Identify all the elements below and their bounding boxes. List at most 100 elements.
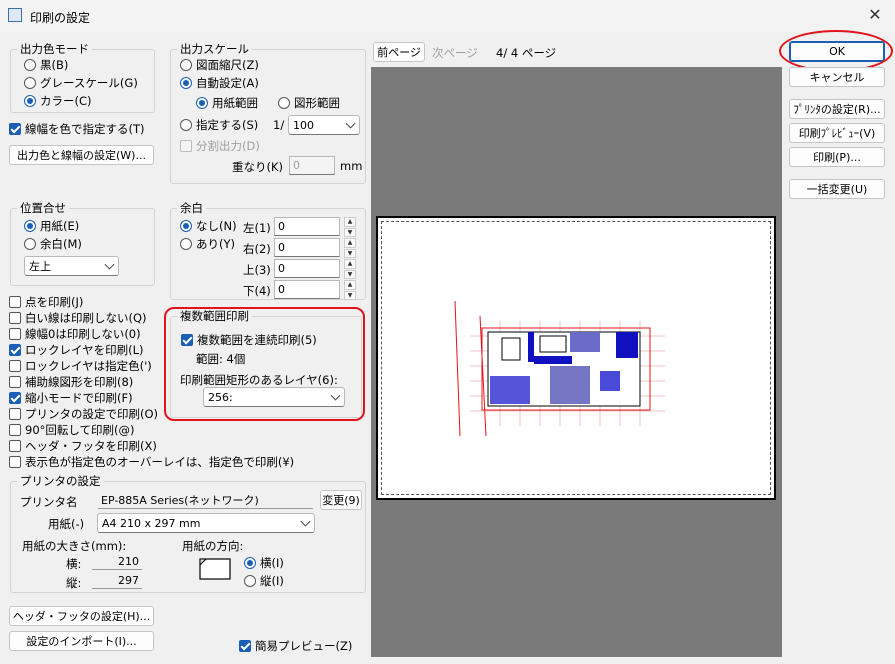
paper-width-value: 210: [92, 553, 142, 570]
checkbox-icon: [239, 640, 251, 652]
option-skip-zero-width[interactable]: 線幅0は印刷しない(0): [9, 326, 141, 342]
radio-icon: [180, 59, 192, 71]
margin-right-spinner[interactable]: ▲ ▼: [344, 238, 356, 258]
ok-highlight: [779, 30, 893, 72]
checkbox-icon: [9, 440, 21, 452]
next-page-button[interactable]: 次ページ: [432, 45, 478, 61]
radio-icon: [180, 77, 192, 89]
spin-up-icon[interactable]: ▲: [344, 259, 356, 269]
spin-down-icon[interactable]: ▼: [344, 248, 356, 258]
multi-range-layer-combo[interactable]: 256:: [203, 387, 345, 407]
radio-icon: [278, 97, 290, 109]
scale-specify[interactable]: 指定する(S): [180, 117, 258, 133]
page-status: 4/ 4 ページ: [496, 46, 557, 60]
window-title: 印刷の設定: [30, 11, 91, 25]
option-print-points[interactable]: 点を印刷(J): [9, 294, 83, 310]
checkbox-icon: [9, 344, 21, 356]
paper-height-value: 297: [92, 572, 142, 589]
orientation-landscape[interactable]: 横(I): [244, 555, 284, 571]
position-anchor-combo[interactable]: 左上: [24, 256, 119, 276]
margin-top-spinner[interactable]: ▲ ▼: [344, 259, 356, 279]
chevron-down-icon: [330, 390, 341, 401]
margin-bottom-input[interactable]: 0: [274, 280, 340, 299]
checkbox-icon: [9, 456, 21, 468]
split-output-checkbox[interactable]: 分割出力(D): [180, 138, 260, 154]
scale-ratio-combo[interactable]: 100: [288, 115, 360, 135]
printer-name-value: EP-885A Series(ネットワーク): [98, 491, 313, 509]
bulk-change-button[interactable]: 一括変更(U): [789, 179, 885, 199]
color-settings-button[interactable]: 出力色と線幅の設定(W)...: [9, 145, 154, 165]
margin-left-spinner[interactable]: ▲ ▼: [344, 217, 356, 237]
margin-right-input[interactable]: 0: [274, 238, 340, 257]
multi-range-continuous-checkbox[interactable]: 複数範囲を連続印刷(5): [181, 332, 317, 348]
color-mode-legend: 出力色モード: [20, 42, 89, 56]
radio-icon: [196, 97, 208, 109]
spin-up-icon[interactable]: ▲: [344, 280, 356, 290]
spin-down-icon[interactable]: ▼: [344, 269, 356, 279]
checkbox-icon: [9, 312, 21, 324]
scale-auto-paper[interactable]: 用紙範囲: [196, 95, 258, 111]
scale-ratio-prefix: 1/: [273, 118, 285, 132]
printer-change-button[interactable]: 変更(9): [320, 490, 362, 510]
margin-yes[interactable]: あり(Y): [180, 236, 235, 252]
overlap-input[interactable]: 0: [289, 156, 335, 175]
paper-height-label: 縦:: [66, 576, 82, 590]
chevron-down-icon: [300, 516, 311, 527]
scale-auto[interactable]: 自動設定(A): [180, 75, 259, 91]
checkbox-icon: [9, 408, 21, 420]
printer-name-label: プリンタ名: [20, 495, 78, 509]
margin-right-label: 右(2): [243, 242, 271, 256]
option-printer-settings-print[interactable]: プリンタの設定で印刷(O): [9, 406, 158, 422]
margin-left-input[interactable]: 0: [274, 217, 340, 236]
prev-page-button[interactable]: 前ページ: [373, 42, 425, 62]
spin-down-icon[interactable]: ▼: [344, 290, 356, 300]
option-skip-white-lines[interactable]: 白い線は印刷しない(Q): [9, 310, 147, 326]
option-rotate-90[interactable]: 90°回転して印刷(@): [9, 422, 135, 438]
margin-bottom-label: 下(4): [243, 284, 271, 298]
print-preview-button[interactable]: 印刷ﾌﾟﾚﾋﾞｭｰ(V): [789, 123, 885, 143]
radio-icon: [24, 238, 36, 250]
simple-preview-checkbox[interactable]: 簡易プレビュー(Z): [239, 638, 352, 654]
color-mode-color[interactable]: カラー(C): [24, 93, 92, 109]
multi-range-count: 範囲: 4個: [196, 352, 246, 366]
margin-top-input[interactable]: 0: [274, 259, 340, 278]
option-reduced-mode[interactable]: 縮小モードで印刷(F): [9, 390, 133, 406]
line-width-color-checkbox[interactable]: 線幅を色で指定する(T): [9, 121, 145, 137]
spin-up-icon[interactable]: ▲: [344, 217, 356, 227]
margin-bottom-spinner[interactable]: ▲ ▼: [344, 280, 356, 300]
position-margin[interactable]: 余白(M): [24, 236, 82, 252]
scale-drawing[interactable]: 図面縮尺(Z): [180, 57, 259, 73]
scale-auto-figure[interactable]: 図形範囲: [278, 95, 340, 111]
margin-left-label: 左(1): [243, 221, 271, 235]
position-paper[interactable]: 用紙(E): [24, 218, 79, 234]
checkbox-icon: [9, 296, 21, 308]
margin-none[interactable]: なし(N): [180, 218, 237, 234]
option-print-locked-layers[interactable]: ロックレイヤを印刷(L): [9, 342, 144, 358]
close-icon[interactable]: ✕: [862, 4, 888, 26]
option-print-header-footer[interactable]: ヘッダ・フッタを印刷(X): [9, 438, 157, 454]
orientation-portrait[interactable]: 縦(I): [244, 573, 284, 589]
checkbox-icon: [9, 328, 21, 340]
app-icon: [8, 8, 22, 22]
checkbox-icon: [9, 360, 21, 372]
import-settings-button[interactable]: 設定のインポート(I)...: [9, 631, 154, 651]
position-legend: 位置合せ: [20, 201, 66, 215]
checkbox-icon: [180, 140, 192, 152]
print-button[interactable]: 印刷(P)...: [789, 147, 885, 167]
spin-down-icon[interactable]: ▼: [344, 227, 356, 237]
option-overlay-color[interactable]: 表示色が指定色のオーバーレイは、指定色で印刷(¥): [9, 454, 294, 470]
color-mode-black[interactable]: 黒(B): [24, 57, 68, 73]
color-mode-gray[interactable]: グレースケール(G): [24, 75, 138, 91]
paper-size-combo[interactable]: A4 210 x 297 mm: [97, 513, 315, 533]
spin-up-icon[interactable]: ▲: [344, 238, 356, 248]
header-footer-settings-button[interactable]: ヘッダ・フッタの設定(H)...: [9, 606, 154, 626]
option-locked-layer-color[interactable]: ロックレイヤは指定色('): [9, 358, 152, 374]
preview-drawing: [454, 300, 665, 437]
overlap-unit: mm: [340, 159, 363, 173]
radio-icon: [180, 220, 192, 232]
option-print-aux-lines[interactable]: 補助線図形を印刷(8): [9, 374, 133, 390]
printer-settings-button[interactable]: ﾌﾟﾘﾝﾀの設定(R)...: [789, 99, 885, 119]
chevron-down-icon: [104, 259, 115, 270]
radio-icon: [244, 557, 256, 569]
cancel-button[interactable]: キャンセル: [789, 67, 885, 87]
